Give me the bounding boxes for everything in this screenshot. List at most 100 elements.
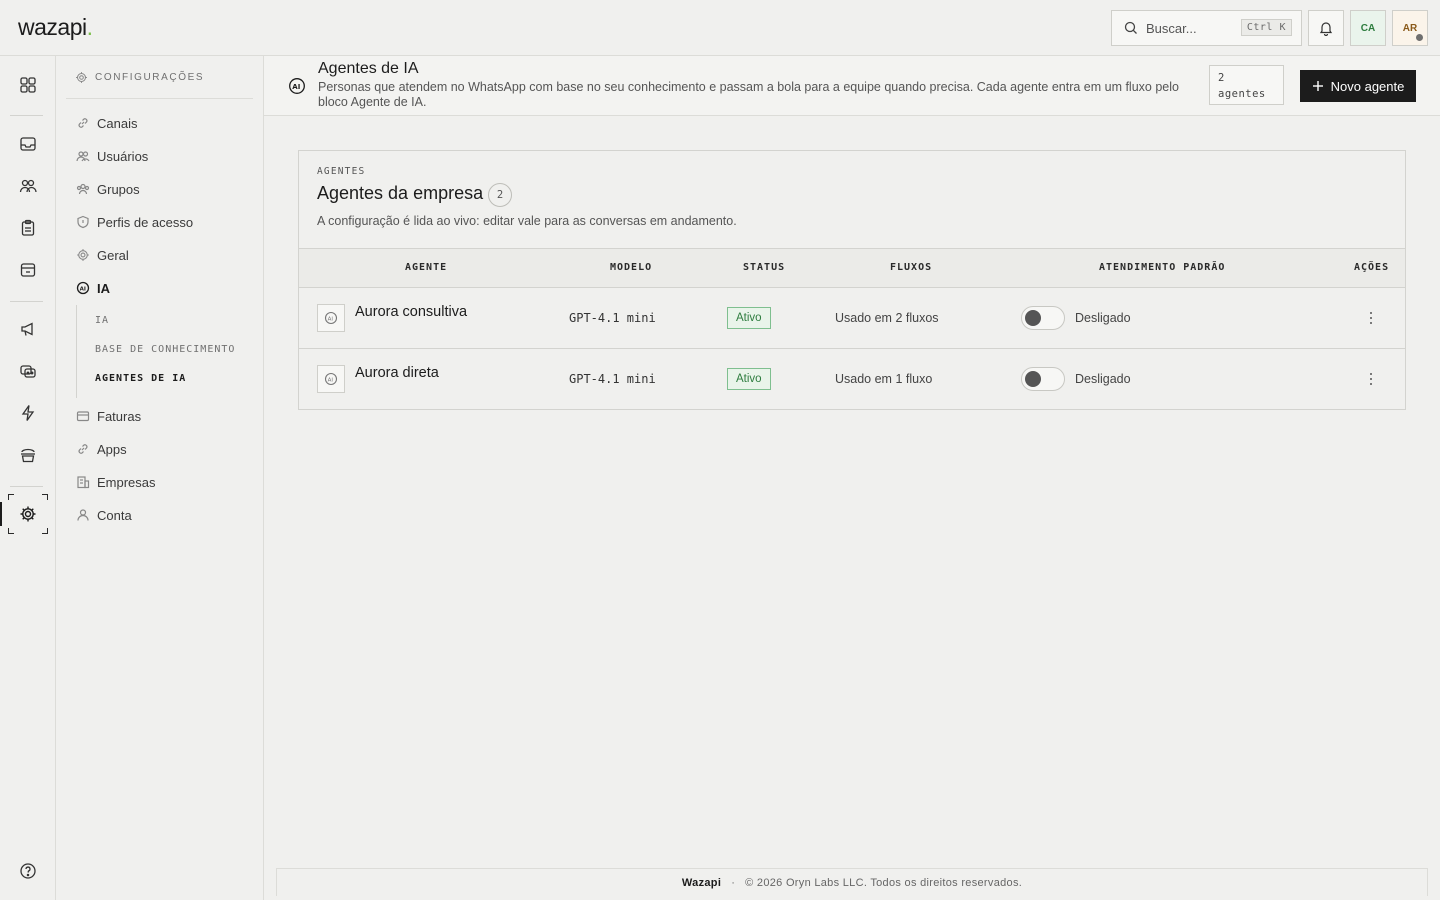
row-actions-button[interactable] <box>1359 308 1383 328</box>
svg-text:AI: AI <box>328 377 334 383</box>
settings-sidebar: CONFIGURAÇÕES Canais Usuários Grupos Per… <box>56 56 264 900</box>
ai-icon: AI <box>76 281 90 295</box>
search-box[interactable]: Ctrl K <box>1111 10 1302 46</box>
sidebar-item-label: Grupos <box>97 181 140 197</box>
ai-icon: AI <box>288 77 306 98</box>
column-header-fluxos[interactable]: FLUXOS <box>890 262 932 273</box>
card-description: A configuração é lida ao vivo: editar va… <box>317 214 737 228</box>
toggle-knob <box>1025 371 1041 387</box>
sidebar-item-usuarios[interactable]: Usuários <box>76 145 148 167</box>
search-input[interactable] <box>1146 20 1246 36</box>
rail-divider <box>10 486 43 487</box>
column-header-acoes: AÇÕES <box>1354 262 1390 273</box>
agent-count-word: agentes <box>1218 88 1266 100</box>
page-footer: Wazapi · © 2026 Oryn Labs LLC. Todos os … <box>276 868 1428 896</box>
new-agent-button-label: Novo agente <box>1330 78 1405 94</box>
footer-brand[interactable]: Wazapi <box>682 877 721 889</box>
stack-icon[interactable] <box>18 445 38 465</box>
status-badge: Ativo <box>727 307 771 329</box>
sidebar-item-grupos[interactable]: Grupos <box>76 178 140 200</box>
bots-icon[interactable] <box>18 361 38 381</box>
column-header-agente[interactable]: AGENTE <box>405 262 447 273</box>
subitem-base-de-conhecimento[interactable]: BASE DE CONHECIMENTO <box>95 344 235 355</box>
subitem-agentes-de-ia[interactable]: AGENTES DE IA <box>95 373 186 384</box>
sidebar-item-ia[interactable]: AI IA <box>76 277 110 299</box>
org-avatar[interactable]: CA <box>1350 10 1386 46</box>
settings-heading-label: CONFIGURAÇÕES <box>95 71 205 83</box>
rail-divider <box>10 301 43 302</box>
users-icon <box>76 151 90 162</box>
new-agent-button[interactable]: Novo agente <box>1300 70 1416 102</box>
card-count-badge: 2 <box>488 183 512 207</box>
card-kicker: AGENTES <box>317 166 366 177</box>
ai-icon: AI <box>324 311 338 325</box>
sidebar-item-geral[interactable]: Geral <box>76 244 129 266</box>
megaphone-icon[interactable] <box>18 319 38 339</box>
gear-icon <box>76 71 87 83</box>
more-vertical-icon <box>1370 373 1372 385</box>
agent-name[interactable]: Aurora direta <box>355 365 439 381</box>
top-bar: wazapi. Ctrl K CA AR <box>0 0 1440 56</box>
search-shortcut: Ctrl K <box>1240 19 1292 36</box>
settings-nav-active[interactable] <box>8 494 48 534</box>
app-logo[interactable]: wazapi. <box>18 14 93 41</box>
sidebar-item-faturas[interactable]: Faturas <box>76 405 141 427</box>
group-icon <box>76 183 90 195</box>
row-actions-button[interactable] <box>1359 369 1383 389</box>
agent-avatar: AI <box>317 365 345 393</box>
settings-heading: CONFIGURAÇÕES <box>66 56 253 99</box>
sidebar-item-conta[interactable]: Conta <box>76 504 132 526</box>
sidebar-item-label: Conta <box>97 507 132 523</box>
toggle-knob <box>1025 310 1041 326</box>
apps-icon <box>78 444 88 454</box>
contacts-icon[interactable] <box>18 176 38 196</box>
grid-icon[interactable] <box>18 75 38 95</box>
submenu-guide <box>76 305 77 398</box>
page-header: AI Agentes de IA Personas que atendem no… <box>264 56 1440 116</box>
agent-flows[interactable]: Usado em 2 fluxos <box>835 311 939 325</box>
default-attendance-label: Desligado <box>1075 311 1131 325</box>
sidebar-item-label: Geral <box>97 247 129 263</box>
column-header-modelo[interactable]: MODELO <box>610 262 652 273</box>
default-attendance-toggle[interactable] <box>1021 367 1065 391</box>
default-attendance-toggle[interactable] <box>1021 306 1065 330</box>
rail-divider <box>10 115 43 116</box>
shield-icon <box>77 215 89 229</box>
table-row[interactable]: AI Aurora consultiva GPT-4.1 mini Ativo … <box>299 288 1405 349</box>
clipboard-icon[interactable] <box>18 218 38 238</box>
sidebar-item-apps[interactable]: Apps <box>76 438 127 460</box>
presence-dot <box>1416 34 1423 41</box>
agent-count-number: 2 <box>1218 72 1225 84</box>
bolt-icon[interactable] <box>18 403 38 423</box>
subitem-ia[interactable]: IA <box>95 315 109 326</box>
org-avatar-label: CA <box>1360 22 1376 34</box>
help-icon[interactable] <box>18 861 38 881</box>
inbox-icon[interactable] <box>18 134 38 154</box>
page-title: Agentes de IA <box>318 60 419 77</box>
sidebar-item-perfis-de-acesso[interactable]: Perfis de acesso <box>76 211 193 233</box>
column-header-atendimento-padrao[interactable]: ATENDIMENTO PADRÃO <box>1099 262 1225 273</box>
building-icon <box>77 476 90 489</box>
footer-copyright: © 2026 Oryn Labs LLC. Todos os direitos … <box>745 876 1023 889</box>
sidebar-item-canais[interactable]: Canais <box>76 112 137 134</box>
agent-flows[interactable]: Usado em 1 fluxo <box>835 372 932 386</box>
sidebar-item-label: Empresas <box>97 474 156 490</box>
agent-model: GPT-4.1 mini <box>569 372 656 386</box>
column-header-status[interactable]: STATUS <box>743 262 785 273</box>
store-icon[interactable] <box>18 260 38 280</box>
status-badge: Ativo <box>727 368 771 390</box>
icon-rail <box>0 56 56 900</box>
agent-count-badge: 2 agentes <box>1209 65 1284 105</box>
search-icon <box>1124 21 1137 34</box>
notifications-button[interactable] <box>1308 10 1344 46</box>
table-row[interactable]: AI Aurora direta GPT-4.1 mini Ativo Usad… <box>299 349 1405 410</box>
invoice-icon <box>76 411 90 422</box>
user-icon <box>77 509 89 521</box>
active-indicator <box>0 502 2 526</box>
sidebar-item-empresas[interactable]: Empresas <box>76 471 156 493</box>
agent-name[interactable]: Aurora consultiva <box>355 304 467 320</box>
user-avatar[interactable]: AR <box>1392 10 1428 46</box>
page-description: Personas que atendem no WhatsApp com bas… <box>318 80 1179 109</box>
sidebar-item-label: Apps <box>97 441 127 457</box>
sidebar-item-label: Perfis de acesso <box>97 214 194 230</box>
